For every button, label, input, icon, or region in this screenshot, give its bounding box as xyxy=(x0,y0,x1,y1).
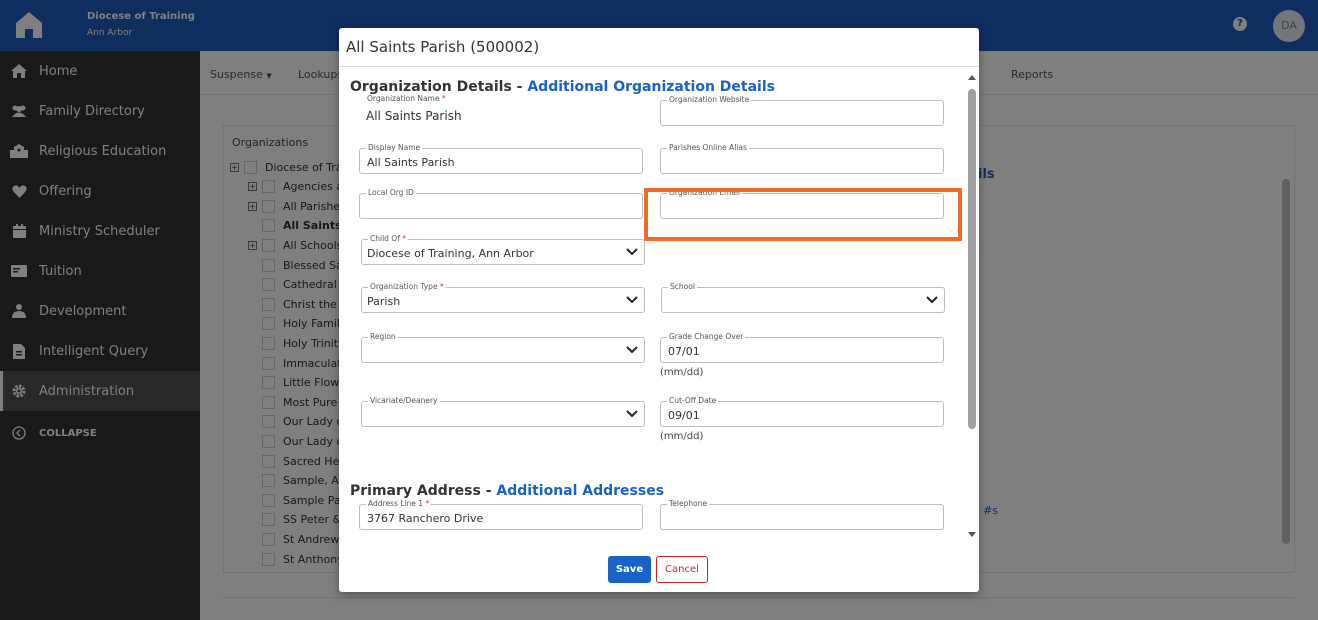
vicariate-deanery-select[interactable]: Vicariate/Deanery xyxy=(361,396,645,427)
field-value: All Saints Parish xyxy=(366,109,462,123)
field-value: 09/01 xyxy=(668,409,700,422)
highlight-box xyxy=(644,188,962,241)
section-primary-address: Primary Address - Additional Addresses xyxy=(350,483,664,499)
region-select[interactable]: Region xyxy=(361,332,645,363)
child-of-select[interactable]: Child Of * Diocese of Training, Ann Arbo… xyxy=(361,234,645,265)
field-label: Address Line 1 * xyxy=(366,499,432,509)
modal-scrollbar[interactable] xyxy=(967,73,977,541)
field-value: All Saints Parish xyxy=(367,156,455,169)
field-value: Diocese of Training, Ann Arbor xyxy=(367,247,534,260)
grade-change-over-input[interactable]: Grade Change Over 07/01 xyxy=(660,332,944,363)
field-label: Parishes Online Alias xyxy=(667,143,749,153)
field-label: School xyxy=(668,282,697,292)
telephone-input[interactable]: Telephone xyxy=(660,499,944,530)
field-label: Region xyxy=(368,332,398,342)
field-label: Organization Website xyxy=(667,95,752,105)
field-label: Display Name xyxy=(366,143,423,153)
modal-title: All Saints Parish (500002) xyxy=(346,38,540,56)
field-value: 07/01 xyxy=(668,345,700,358)
chevron-down-icon xyxy=(926,296,938,304)
grade-change-hint: (mm/dd) xyxy=(660,367,704,378)
display-name-input[interactable]: Display Name All Saints Parish xyxy=(359,143,643,174)
modal-body: Organization Details - Additional Organi… xyxy=(339,67,979,539)
field-label: Local Org ID xyxy=(366,188,416,198)
parishes-online-alias-input[interactable]: Parishes Online Alias xyxy=(660,143,944,174)
field-label: Vicariate/Deanery xyxy=(368,396,440,406)
field-label: Telephone xyxy=(667,499,710,509)
save-button[interactable]: Save xyxy=(608,556,651,583)
field-value: 3767 Ranchero Drive xyxy=(367,512,484,525)
cut-off-date-hint: (mm/dd) xyxy=(660,431,704,442)
chevron-down-icon xyxy=(626,346,638,354)
school-select[interactable]: School xyxy=(661,282,945,313)
scroll-down-arrow-icon[interactable] xyxy=(967,529,977,539)
edit-organization-modal: All Saints Parish (500002) Organization … xyxy=(339,28,979,592)
additional-organization-details-link[interactable]: Additional Organization Details xyxy=(527,79,775,95)
organization-website-input[interactable]: Organization Website xyxy=(660,95,944,126)
chevron-down-icon xyxy=(626,410,638,418)
field-label: Organization Name * xyxy=(365,94,448,104)
field-label: Grade Change Over xyxy=(667,332,746,342)
section-title-text: Primary Address - xyxy=(350,483,497,499)
cut-off-date-input[interactable]: Cut-Off Date 09/01 xyxy=(660,396,944,427)
field-label: Cut-Off Date xyxy=(667,396,719,406)
modal-scrollbar-thumb[interactable] xyxy=(968,89,976,429)
organization-name-field: Organization Name * All Saints Parish xyxy=(359,94,639,126)
chevron-down-icon xyxy=(626,296,638,304)
organization-type-select[interactable]: Organization Type * Parish xyxy=(361,282,645,313)
address-line-1-input[interactable]: Address Line 1 * 3767 Ranchero Drive xyxy=(359,499,643,530)
field-value: Parish xyxy=(367,295,401,308)
section-title-text: Organization Details - xyxy=(350,79,528,95)
chevron-down-icon xyxy=(626,248,638,256)
local-org-id-input[interactable]: Local Org ID xyxy=(359,188,643,219)
field-label: Organization Type * xyxy=(368,282,446,292)
section-organization-details: Organization Details - Additional Organi… xyxy=(350,79,775,95)
scroll-up-arrow-icon[interactable] xyxy=(967,73,977,83)
field-label: Child Of * xyxy=(368,234,408,244)
additional-addresses-link[interactable]: Additional Addresses xyxy=(496,483,664,499)
cancel-button[interactable]: Cancel xyxy=(656,556,708,583)
